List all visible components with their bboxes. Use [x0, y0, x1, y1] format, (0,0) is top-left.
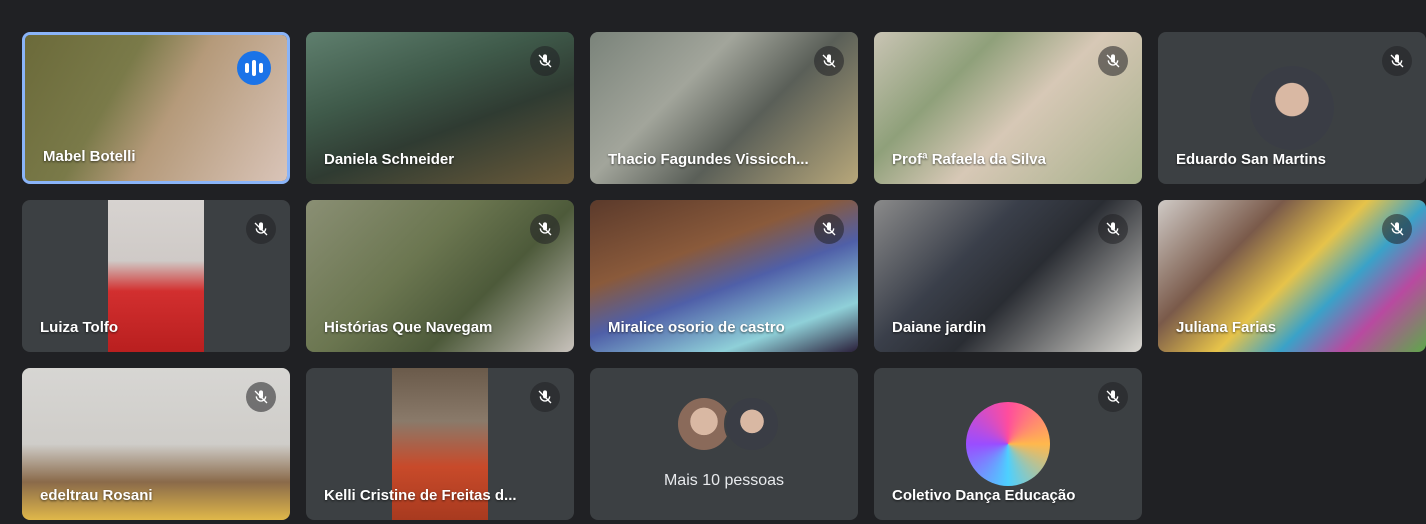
participant-tile-daniela[interactable]: Daniela Schneider: [306, 32, 574, 184]
participant-name: Luiza Tolfo: [40, 319, 119, 336]
participant-name: Histórias Que Navegam: [324, 319, 493, 336]
participant-name: Miralice osorio de castro: [608, 319, 785, 336]
video-grid: Mabel Botelli Daniela Schneider Thacio F…: [0, 0, 1426, 524]
participant-tile-daiane[interactable]: Daiane jardin: [874, 200, 1142, 352]
participant-tile-kelli[interactable]: Kelli Cristine de Freitas d...: [306, 368, 574, 520]
participant-name: Daiane jardin: [892, 319, 987, 336]
participant-name: Kelli Cristine de Freitas d...: [324, 487, 517, 504]
mic-off-icon: [530, 382, 560, 412]
audio-level-icon: [237, 51, 271, 85]
avatar: [966, 402, 1050, 486]
avatar: [1250, 66, 1334, 150]
mic-off-icon: [1382, 46, 1412, 76]
participant-tile-luiza[interactable]: Luiza Tolfo: [22, 200, 290, 352]
mic-off-icon: [1098, 46, 1128, 76]
participant-tile-coletivo[interactable]: Coletivo Dança Educação: [874, 368, 1142, 520]
mic-off-icon: [1382, 214, 1412, 244]
mic-off-icon: [1098, 214, 1128, 244]
mic-off-icon: [814, 46, 844, 76]
participant-tile-mabel[interactable]: Mabel Botelli: [22, 32, 290, 184]
participant-tile-miralice[interactable]: Miralice osorio de castro: [590, 200, 858, 352]
mic-off-icon: [814, 214, 844, 244]
participant-tile-historias[interactable]: Histórias Que Navegam: [306, 200, 574, 352]
mic-off-icon: [530, 214, 560, 244]
mic-off-icon: [246, 214, 276, 244]
participant-name: Thacio Fagundes Vissicch...: [608, 151, 809, 168]
avatar: [724, 396, 780, 452]
participant-tile-thacio[interactable]: Thacio Fagundes Vissicch...: [590, 32, 858, 184]
more-people-tile[interactable]: Mais 10 pessoas: [590, 368, 858, 520]
participant-name: Eduardo San Martins: [1176, 151, 1327, 168]
participant-name: Juliana Farias: [1176, 319, 1277, 336]
participant-name: Coletivo Dança Educação: [892, 487, 1076, 504]
participant-tile-eduardo[interactable]: Eduardo San Martins: [1158, 32, 1426, 184]
mic-off-icon: [1098, 382, 1128, 412]
participant-name: Profª Rafaela da Silva: [892, 151, 1046, 168]
participant-name: Mabel Botelli: [43, 148, 136, 165]
participant-tile-edeltrau[interactable]: edeltrau Rosani: [22, 368, 290, 520]
more-people-label: Mais 10 pessoas: [663, 472, 785, 489]
mic-off-icon: [246, 382, 276, 412]
mic-off-icon: [530, 46, 560, 76]
participant-name: Daniela Schneider: [324, 151, 455, 168]
video-feed: [108, 200, 204, 352]
participant-tile-juliana[interactable]: Juliana Farias: [1158, 200, 1426, 352]
participant-tile-rafaela[interactable]: Profª Rafaela da Silva: [874, 32, 1142, 184]
participant-name: edeltrau Rosani: [40, 487, 153, 504]
